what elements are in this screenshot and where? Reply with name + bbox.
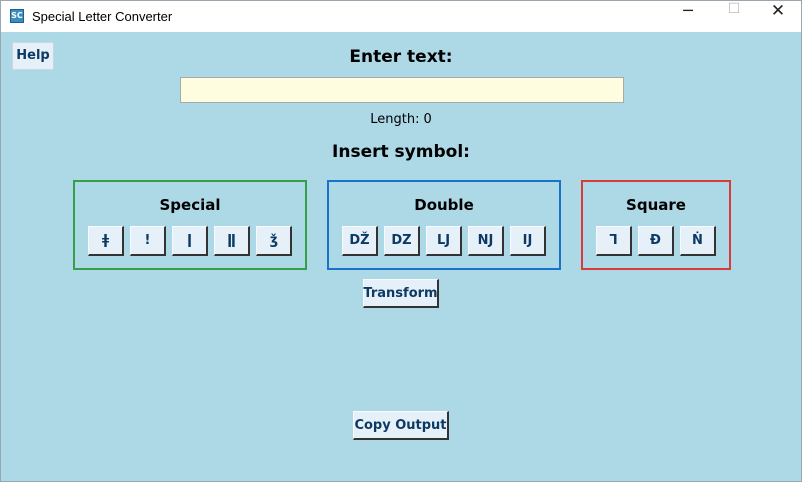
maximize-button[interactable]: ☐ (711, 1, 757, 32)
double-group-title: Double (414, 196, 474, 214)
symbol-button[interactable]: ! (130, 226, 166, 256)
special-group-title: Special (159, 196, 221, 214)
symbol-button[interactable]: Ṅ (680, 226, 716, 256)
double-group: Double DŽ DZ LJ NJ IJ (327, 180, 561, 270)
minimize-button[interactable]: ─ (665, 1, 711, 32)
text-input[interactable] (180, 77, 624, 103)
symbol-button[interactable]: ǂ (88, 226, 124, 256)
symbol-button[interactable]: NJ (468, 226, 504, 256)
app-logo-icon: SC (10, 9, 24, 23)
length-value: 0 (423, 112, 432, 127)
square-symbol-row: Ꞁ Ɖ Ṅ (583, 226, 729, 256)
length-indicator: Length: 0 (1, 112, 801, 127)
symbol-button[interactable]: ǀ (172, 226, 208, 256)
symbol-button[interactable]: DŽ (342, 226, 378, 256)
double-symbol-row: DŽ DZ LJ NJ IJ (329, 226, 559, 256)
app-window: SC Special Letter Converter ─ ☐ ✕ Help E… (0, 0, 802, 482)
copy-output-button[interactable]: Copy Output (353, 411, 449, 440)
special-symbol-row: ǂ ! ǀ ǁ ǯ (75, 226, 305, 256)
symbol-button[interactable]: ǁ (214, 226, 250, 256)
insert-symbol-heading: Insert symbol: (332, 142, 470, 162)
main-content: Help Enter text: Length: 0 Insert symbol:… (1, 32, 801, 481)
square-group-title: Square (626, 196, 686, 214)
symbol-button[interactable]: Ɖ (638, 226, 674, 256)
close-button[interactable]: ✕ (755, 1, 801, 32)
symbol-button[interactable]: IJ (510, 226, 546, 256)
title-bar: SC Special Letter Converter ─ ☐ ✕ (1, 1, 801, 32)
square-group: Square Ꞁ Ɖ Ṅ (581, 180, 731, 270)
symbol-button[interactable]: LJ (426, 226, 462, 256)
window-title: Special Letter Converter (32, 9, 173, 24)
symbol-button[interactable]: DZ (384, 226, 420, 256)
transform-button[interactable]: Transform (363, 279, 439, 308)
enter-text-heading: Enter text: (349, 47, 453, 67)
symbol-button[interactable]: Ꞁ (596, 226, 632, 256)
length-label: Length: (370, 112, 420, 127)
special-group: Special ǂ ! ǀ ǁ ǯ (73, 180, 307, 270)
symbol-button[interactable]: ǯ (256, 226, 292, 256)
